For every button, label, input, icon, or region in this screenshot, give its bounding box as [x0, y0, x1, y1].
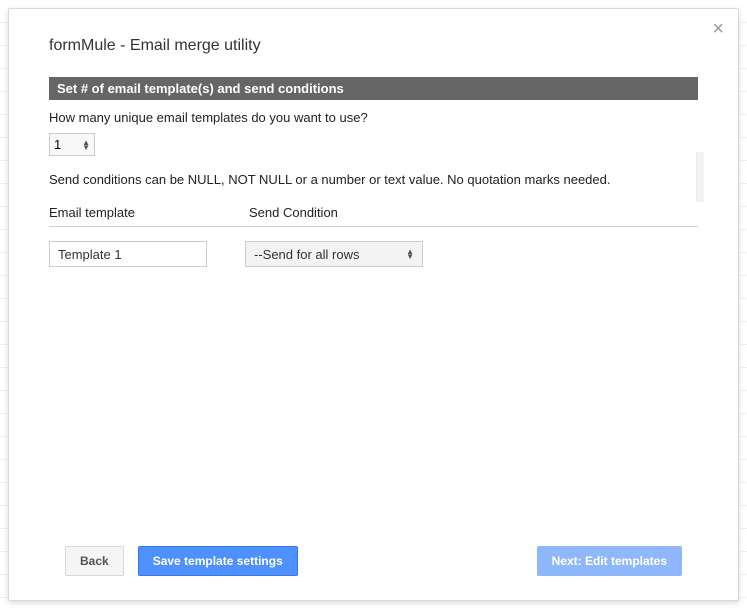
close-icon[interactable]: × — [712, 19, 724, 39]
template-count-value: 1 — [54, 137, 61, 152]
stepper-arrows-icon: ▲▼ — [82, 140, 90, 150]
next-button[interactable]: Next: Edit templates — [537, 546, 682, 576]
column-headers: Email template Send Condition — [49, 205, 698, 227]
content-area: Set # of email template(s) and send cond… — [49, 77, 698, 267]
send-condition-select[interactable]: --Send for all rows ▲▼ — [245, 241, 423, 267]
back-button[interactable]: Back — [65, 546, 124, 576]
template-row: --Send for all rows ▲▼ — [49, 241, 698, 267]
save-button[interactable]: Save template settings — [138, 546, 298, 576]
template-name-input[interactable] — [49, 241, 207, 267]
template-count-prompt: How many unique email templates do you w… — [49, 110, 698, 125]
send-condition-value: --Send for all rows — [254, 247, 359, 262]
column-header-template: Email template — [49, 205, 249, 220]
condition-note: Send conditions can be NULL, NOT NULL or… — [49, 172, 698, 187]
scrollbar-track[interactable] — [696, 152, 704, 202]
column-header-condition: Send Condition — [249, 205, 698, 220]
dialog-title: formMule - Email merge utility — [49, 37, 698, 55]
dropdown-arrows-icon: ▲▼ — [406, 249, 414, 259]
template-count-select[interactable]: 1 ▲▼ — [49, 133, 95, 156]
section-header: Set # of email template(s) and send cond… — [49, 77, 698, 100]
button-bar: Back Save template settings Next: Edit t… — [65, 546, 682, 576]
modal-dialog: × formMule - Email merge utility Set # o… — [8, 8, 739, 601]
